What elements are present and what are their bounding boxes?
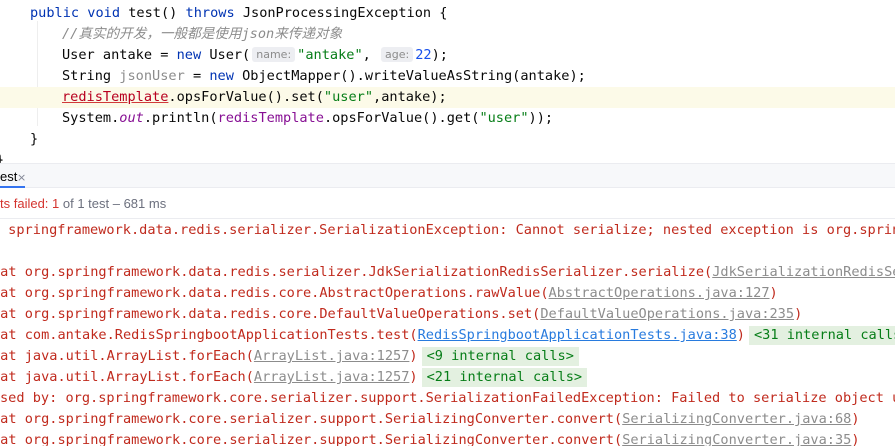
code-line-2[interactable]: //真实的开发，一般都是使用json来传递对象 bbox=[0, 24, 895, 45]
console-line: springframework.data.redis.serializer.Se… bbox=[0, 220, 895, 241]
stack-text: ) bbox=[851, 411, 860, 427]
test-summary: of 1 test – 681 ms bbox=[59, 196, 167, 211]
code-line-4[interactable]: String jsonUser = new ObjectMapper().wri… bbox=[0, 66, 895, 87]
stack-text: ) bbox=[736, 327, 745, 343]
stack-text: ) bbox=[794, 306, 803, 322]
source-link[interactable]: ArrayList.java:1257 bbox=[254, 348, 410, 364]
stack-text: sed by: org.springframework.core.seriali… bbox=[0, 390, 895, 406]
code-editor[interactable]: public void test() throws JsonProcessing… bbox=[0, 0, 895, 163]
console-line: at java.util.ArrayList.forEach(ArrayList… bbox=[0, 367, 588, 388]
stack-text: at org.springframework.data.redis.serial… bbox=[0, 264, 713, 280]
code-line-3[interactable]: User antake = new User(name: "antake", ag… bbox=[0, 45, 895, 66]
source-link[interactable]: JdkSerializationRedisSeri bbox=[712, 264, 895, 280]
source-link[interactable]: RedisSpringbootApplicationTests.java:38 bbox=[418, 327, 737, 343]
code-line-6[interactable]: System.out.println(redisTemplate.opsForV… bbox=[0, 108, 895, 129]
code-line-1[interactable]: public void test() throws JsonProcessing… bbox=[0, 3, 895, 24]
internal-calls-fold[interactable]: <21 internal calls> bbox=[421, 368, 588, 387]
error-field: redisTemplate bbox=[62, 89, 169, 105]
stack-text: at org.springframework.core.serializer.s… bbox=[0, 432, 623, 446]
stack-text: at org.springframework.core.serializer.s… bbox=[0, 411, 623, 427]
tab-label: est bbox=[0, 169, 18, 184]
stack-text: at org.springframework.data.redis.core.D… bbox=[0, 306, 541, 322]
tests-failed-count: ts failed: 1 bbox=[0, 196, 60, 211]
console-line: at java.util.ArrayList.forEach(ArrayList… bbox=[0, 346, 579, 367]
stack-text: springframework.data.redis.serializer.Se… bbox=[0, 222, 895, 238]
source-link[interactable]: SerializingConverter.java:35 bbox=[622, 432, 851, 446]
stack-text: ) bbox=[409, 369, 418, 385]
source-link[interactable]: AbstractOperations.java:127 bbox=[549, 285, 770, 301]
console-output[interactable]: springframework.data.redis.serializer.Se… bbox=[0, 219, 895, 446]
stack-text: ) bbox=[769, 285, 778, 301]
source-link[interactable]: DefaultValueOperations.java:235 bbox=[540, 306, 794, 322]
param-hint-name: name: bbox=[252, 47, 296, 62]
console-line: sed by: org.springframework.core.seriali… bbox=[0, 388, 895, 409]
code-comment: //真实的开发，一般都是使用json来传递对象 bbox=[62, 26, 343, 42]
stack-text: ) bbox=[409, 348, 418, 364]
param-hint-age: age: bbox=[381, 47, 414, 62]
source-link[interactable]: ArrayList.java:1257 bbox=[254, 369, 410, 385]
console-line: at org.springframework.data.redis.core.D… bbox=[0, 304, 802, 325]
console-line: at org.springframework.data.redis.serial… bbox=[0, 262, 895, 283]
stack-text: at com.antake.RedisSpringbootApplication… bbox=[0, 327, 418, 343]
internal-calls-fold[interactable]: <31 internal calls> bbox=[748, 326, 895, 345]
console-line: at org.springframework.core.serializer.s… bbox=[0, 409, 860, 430]
console-line: at com.antake.RedisSpringbootApplication… bbox=[0, 325, 895, 346]
stack-text: at org.springframework.data.redis.core.A… bbox=[0, 285, 549, 301]
source-link[interactable]: SerializingConverter.java:68 bbox=[622, 411, 851, 427]
stack-text: at java.util.ArrayList.forEach( bbox=[0, 369, 254, 385]
tab-test[interactable]: est × bbox=[0, 164, 26, 188]
code-line-5-highlighted[interactable]: redisTemplate.opsForValue().set("user",a… bbox=[0, 87, 895, 108]
run-tool-window-tabs: est × bbox=[0, 163, 895, 188]
stack-text: ) bbox=[851, 432, 860, 446]
test-status-bar: ts failed: 1 of 1 test – 681 ms bbox=[0, 188, 895, 219]
console-line: at org.springframework.core.serializer.s… bbox=[0, 430, 860, 446]
internal-calls-fold[interactable]: <9 internal calls> bbox=[421, 347, 579, 366]
console-line: at org.springframework.data.redis.core.A… bbox=[0, 283, 778, 304]
code-line-7[interactable]: } bbox=[0, 129, 895, 150]
stack-text: at java.util.ArrayList.forEach( bbox=[0, 348, 254, 364]
code-line-8[interactable]: } bbox=[0, 150, 891, 163]
